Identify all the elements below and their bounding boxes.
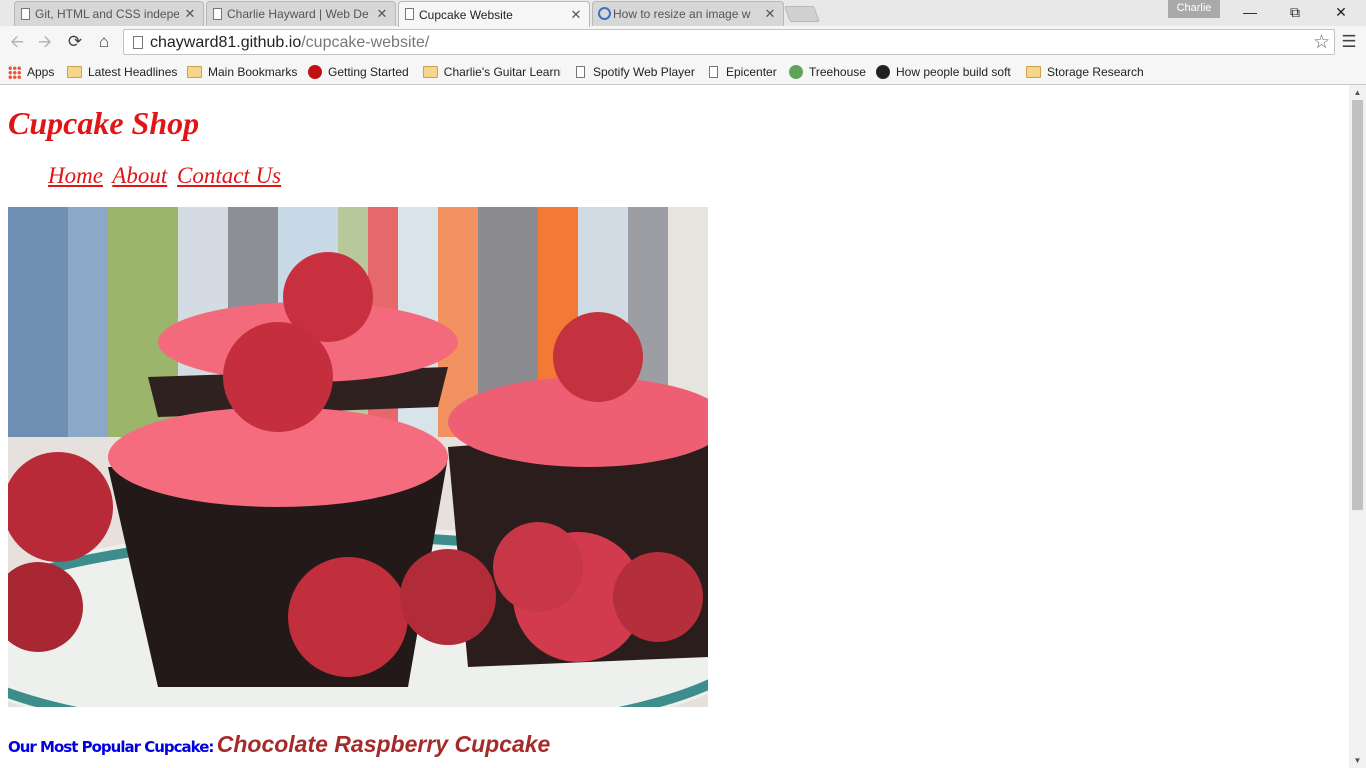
vertical-scrollbar[interactable]: ▲ ▼ <box>1349 85 1366 768</box>
tab-git-html-css[interactable]: Git, HTML and CSS indepe ✕ <box>14 1 204 26</box>
nav-link-home[interactable]: Home <box>48 163 103 188</box>
firefox-icon <box>308 65 322 79</box>
menu-icon[interactable]: ☰ <box>1340 32 1358 52</box>
tab-resize-image[interactable]: How to resize an image w ✕ <box>592 1 784 26</box>
tab-title: How to resize an image w <box>613 7 751 21</box>
tab-strip: Git, HTML and CSS indepe ✕ Charlie Haywa… <box>0 0 1366 27</box>
tab-title: Cupcake Website <box>419 7 513 22</box>
bookmark-storage-research[interactable]: Storage Research <box>1026 63 1144 81</box>
profile-button[interactable]: Charlie <box>1168 0 1220 18</box>
address-bar[interactable]: chayward81.github.io/cupcake-website/ ☆ <box>123 29 1335 55</box>
folder-icon <box>423 66 438 78</box>
tab-cupcake-website[interactable]: Cupcake Website ✕ <box>398 1 590 27</box>
bookmark-spotify[interactable]: Spotify Web Player <box>573 63 695 81</box>
bookmark-latest-headlines[interactable]: Latest Headlines <box>67 63 177 81</box>
bookmark-getting-started[interactable]: Getting Started <box>308 63 409 81</box>
github-icon <box>876 65 890 79</box>
globe-icon <box>598 7 611 20</box>
page-icon <box>21 8 30 20</box>
popular-label: Our Most Popular Cupcake: <box>8 738 214 756</box>
restore-icon[interactable]: ⧉ <box>1272 0 1318 24</box>
page-title: Cupcake Shop <box>8 105 200 141</box>
toolbar: 🡨 🡪 ⟳ ⌂ chayward81.github.io/cupcake-web… <box>0 26 1366 58</box>
new-tab-button[interactable] <box>784 6 820 22</box>
close-icon[interactable]: ✕ <box>763 6 777 22</box>
bookmark-main-bookmarks[interactable]: Main Bookmarks <box>187 63 297 81</box>
reload-icon[interactable]: ⟳ <box>64 31 86 53</box>
page-viewport: Cupcake Shop Home About Contact Us Our M… <box>0 85 1366 768</box>
back-arrow-icon[interactable]: 🡨 <box>6 31 28 53</box>
popular-value: Chocolate Raspberry Cupcake <box>216 731 551 757</box>
apps-grid-icon <box>8 65 21 79</box>
scroll-down-icon[interactable]: ▼ <box>1349 753 1366 768</box>
close-icon[interactable]: ✕ <box>569 7 583 23</box>
bookmark-treehouse[interactable]: Treehouse <box>789 63 866 81</box>
site-nav: Home About Contact Us <box>48 163 285 189</box>
close-window-icon[interactable]: ✕ <box>1318 0 1364 24</box>
folder-icon <box>1026 66 1041 78</box>
forward-arrow-icon[interactable]: 🡪 <box>34 31 56 53</box>
tab-title: Git, HTML and CSS indepe <box>35 7 179 21</box>
popular-cupcake: Our Most Popular Cupcake: Chocolate Rasp… <box>8 731 550 758</box>
close-icon[interactable]: ✕ <box>183 6 197 22</box>
cupcake-photo <box>8 207 708 707</box>
bookmark-epicenter[interactable]: Epicenter <box>706 63 777 81</box>
bookmark-guitar[interactable]: Charlie's Guitar Learni <box>423 63 561 81</box>
folder-icon <box>187 66 202 78</box>
page-icon <box>405 8 414 20</box>
url-text[interactable]: chayward81.github.io/cupcake-website/ <box>150 34 429 52</box>
bookmarks-bar: Apps Latest Headlines Main Bookmarks Get… <box>0 58 1366 85</box>
page-icon <box>133 36 143 49</box>
tab-title: Charlie Hayward | Web De <box>227 7 369 21</box>
nav-link-about[interactable]: About <box>112 163 167 188</box>
bookmark-github[interactable]: How people build soft <box>876 63 1016 81</box>
scrollbar-thumb[interactable] <box>1352 100 1363 510</box>
home-icon[interactable]: ⌂ <box>93 31 115 53</box>
bookmark-star-icon[interactable]: ☆ <box>1313 31 1330 54</box>
page-icon <box>709 66 718 78</box>
nav-link-contact-us[interactable]: Contact Us <box>177 163 281 188</box>
treehouse-icon <box>789 65 803 79</box>
page-icon <box>213 8 222 20</box>
tab-charlie-hayward[interactable]: Charlie Hayward | Web De ✕ <box>206 1 396 26</box>
folder-icon <box>67 66 82 78</box>
close-icon[interactable]: ✕ <box>375 6 389 22</box>
bookmark-apps[interactable]: Apps <box>8 63 54 81</box>
scroll-up-icon[interactable]: ▲ <box>1349 85 1366 100</box>
page-icon <box>576 66 585 78</box>
minimize-icon[interactable]: — <box>1227 0 1273 24</box>
